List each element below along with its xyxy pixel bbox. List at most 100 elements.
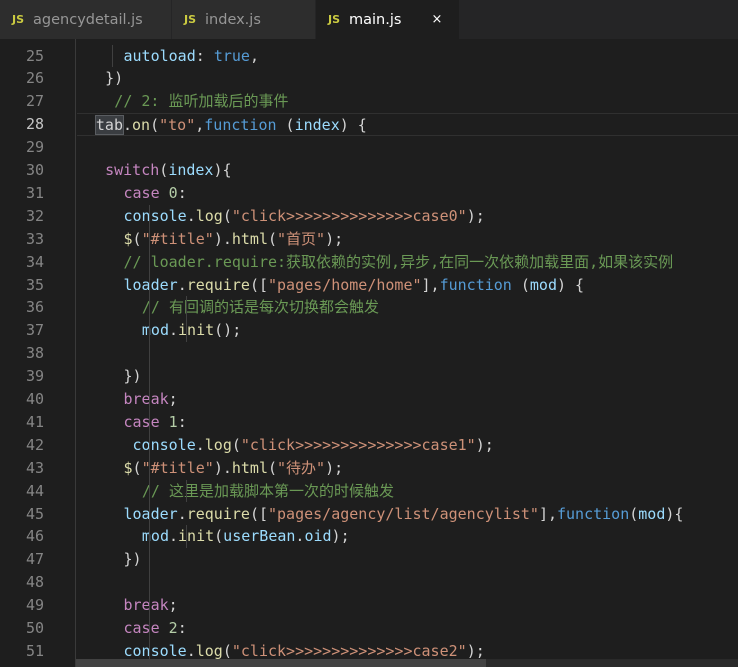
code-line[interactable]: loader.require(["pages/agency/list/agenc… — [77, 503, 684, 526]
code-token: "pages/agency/list/agencylist" — [268, 504, 539, 523]
code-token: 2 — [168, 619, 178, 637]
code-editor[interactable]: 25 26 27 28 29 30 31 32 33 34 35 36 37 38 39 40 41 42 43 44… — [0, 39, 738, 667]
code-token: "click>>>>>>>>>>>>>>case1" — [240, 435, 476, 454]
code-token: function — [439, 275, 512, 294]
code-line[interactable]: $("#title").html("首页"); — [77, 228, 344, 251]
code-line[interactable]: switch(index){ — [77, 159, 231, 182]
code-token: // 这里是加载脚本第一次的时候触发 — [141, 481, 394, 500]
code-line[interactable] — [77, 342, 78, 365]
code-token: , — [195, 116, 205, 135]
code-line[interactable]: // loader.require:获取依赖的实例,异步,在同一次依赖加载里面,… — [77, 251, 674, 274]
code-area[interactable]: autoload: true,})// 2: 监听加载后的事件 tab.on("t… — [77, 39, 738, 667]
code-line[interactable]: mod.init(); — [77, 319, 241, 342]
horizontal-scrollbar[interactable] — [76, 659, 738, 667]
code-line[interactable]: // 2: 监听加载后的事件 — [77, 90, 288, 113]
code-token: ; — [168, 596, 178, 615]
code-line[interactable]: loader.require(["pages/home/home"],funct… — [77, 274, 585, 297]
code-token: break — [123, 390, 169, 408]
indent-guide — [186, 525, 187, 549]
code-line[interactable]: break; — [77, 594, 178, 617]
line-number: 34 — [25, 252, 44, 271]
code-token: $ — [123, 229, 133, 248]
code-line[interactable]: }) — [77, 67, 123, 90]
code-token: init — [178, 527, 215, 546]
code-line[interactable] — [77, 136, 78, 159]
code-token: init — [178, 321, 215, 340]
code-line[interactable]: case 2: — [77, 617, 187, 640]
tab-agencydetail-js[interactable]: JS agencydetail.js — [0, 0, 172, 39]
line-number: 44 — [25, 481, 44, 500]
code-line[interactable]: case 0: — [77, 182, 187, 205]
code-token: : — [177, 412, 187, 431]
js-file-icon: JS — [184, 13, 197, 26]
line-number: 28 — [25, 115, 44, 134]
code-token: "#title" — [141, 458, 214, 477]
code-token: // 2: 监听加载后的事件 — [114, 92, 289, 111]
code-token: log — [195, 206, 223, 225]
code-token: ; — [168, 390, 178, 408]
code-token: ( — [214, 527, 224, 546]
code-line[interactable]: autoload: true, — [77, 45, 259, 68]
tab-main-js[interactable]: JS main.js × — [316, 0, 460, 39]
code-line[interactable]: case 1: — [77, 411, 187, 434]
code-token: : — [177, 183, 187, 202]
code-token: ], — [538, 504, 557, 523]
code-token: mod — [141, 527, 169, 546]
code-token: // loader.require:获取依赖的实例,异步,在同一次依赖加载里面,… — [123, 252, 674, 271]
code-token: userBean — [223, 527, 296, 546]
code-line[interactable]: console.log("click>>>>>>>>>>>>>>case1"); — [77, 434, 494, 457]
code-token: autoload — [123, 46, 196, 65]
tab-index-js[interactable]: JS index.js — [172, 0, 316, 39]
code-token: "待办" — [277, 458, 326, 477]
code-token: . — [186, 206, 196, 225]
code-line[interactable]: }) — [77, 548, 142, 571]
code-token: 0 — [168, 183, 178, 202]
line-number: 38 — [25, 344, 44, 363]
code-token: "click>>>>>>>>>>>>>>case2" — [231, 641, 467, 660]
code-token: ( — [132, 458, 142, 477]
code-token: : — [177, 619, 187, 637]
editor-tab-bar: JS agencydetail.js JS index.js JS main.js × — [0, 0, 738, 39]
code-token: ); — [475, 435, 494, 454]
close-tab-icon[interactable]: × — [431, 12, 442, 27]
line-number: 37 — [25, 321, 44, 340]
code-line[interactable]: mod.init(userBean.oid); — [77, 525, 350, 548]
code-line[interactable]: tab.on("to",function (index) { — [77, 113, 738, 137]
code-token: case — [123, 183, 160, 202]
code-token: ( — [511, 275, 530, 294]
code-token: console — [132, 435, 196, 454]
tab-label: agencydetail.js — [33, 11, 143, 28]
line-number: 25 — [25, 46, 44, 65]
line-number: 29 — [25, 138, 44, 157]
code-line[interactable]: // 这里是加载脚本第一次的时候触发 — [77, 480, 394, 503]
code-line[interactable]: $("#title").html("待办"); — [77, 457, 344, 480]
code-token: ([ — [249, 275, 268, 294]
code-token: ( — [276, 116, 295, 135]
code-token: mod — [638, 504, 666, 523]
code-line[interactable]: break; — [77, 388, 178, 411]
code-token: ( — [629, 504, 639, 523]
code-token: ); — [466, 641, 485, 660]
line-number: 47 — [25, 550, 44, 569]
code-token: . — [168, 321, 179, 340]
line-number: 48 — [25, 573, 44, 592]
code-token: ( — [268, 229, 278, 248]
code-token: function — [204, 116, 277, 135]
code-token: on — [132, 116, 151, 135]
line-number: 33 — [25, 229, 44, 248]
code-token: log — [204, 435, 232, 454]
code-token: "首页" — [277, 229, 326, 248]
code-line[interactable]: // 有回调的话是每次切换都会触发 — [77, 296, 379, 319]
code-token: index — [294, 116, 340, 135]
horizontal-scrollbar-thumb[interactable] — [76, 659, 487, 667]
tab-label: main.js — [349, 11, 402, 28]
code-line[interactable]: console.log("click>>>>>>>>>>>>>>case0"); — [77, 205, 485, 228]
code-token: ). — [213, 458, 232, 477]
code-line[interactable]: }) — [77, 365, 142, 388]
code-token: . — [195, 435, 205, 454]
code-token: . — [168, 527, 179, 546]
code-line[interactable] — [77, 571, 78, 594]
